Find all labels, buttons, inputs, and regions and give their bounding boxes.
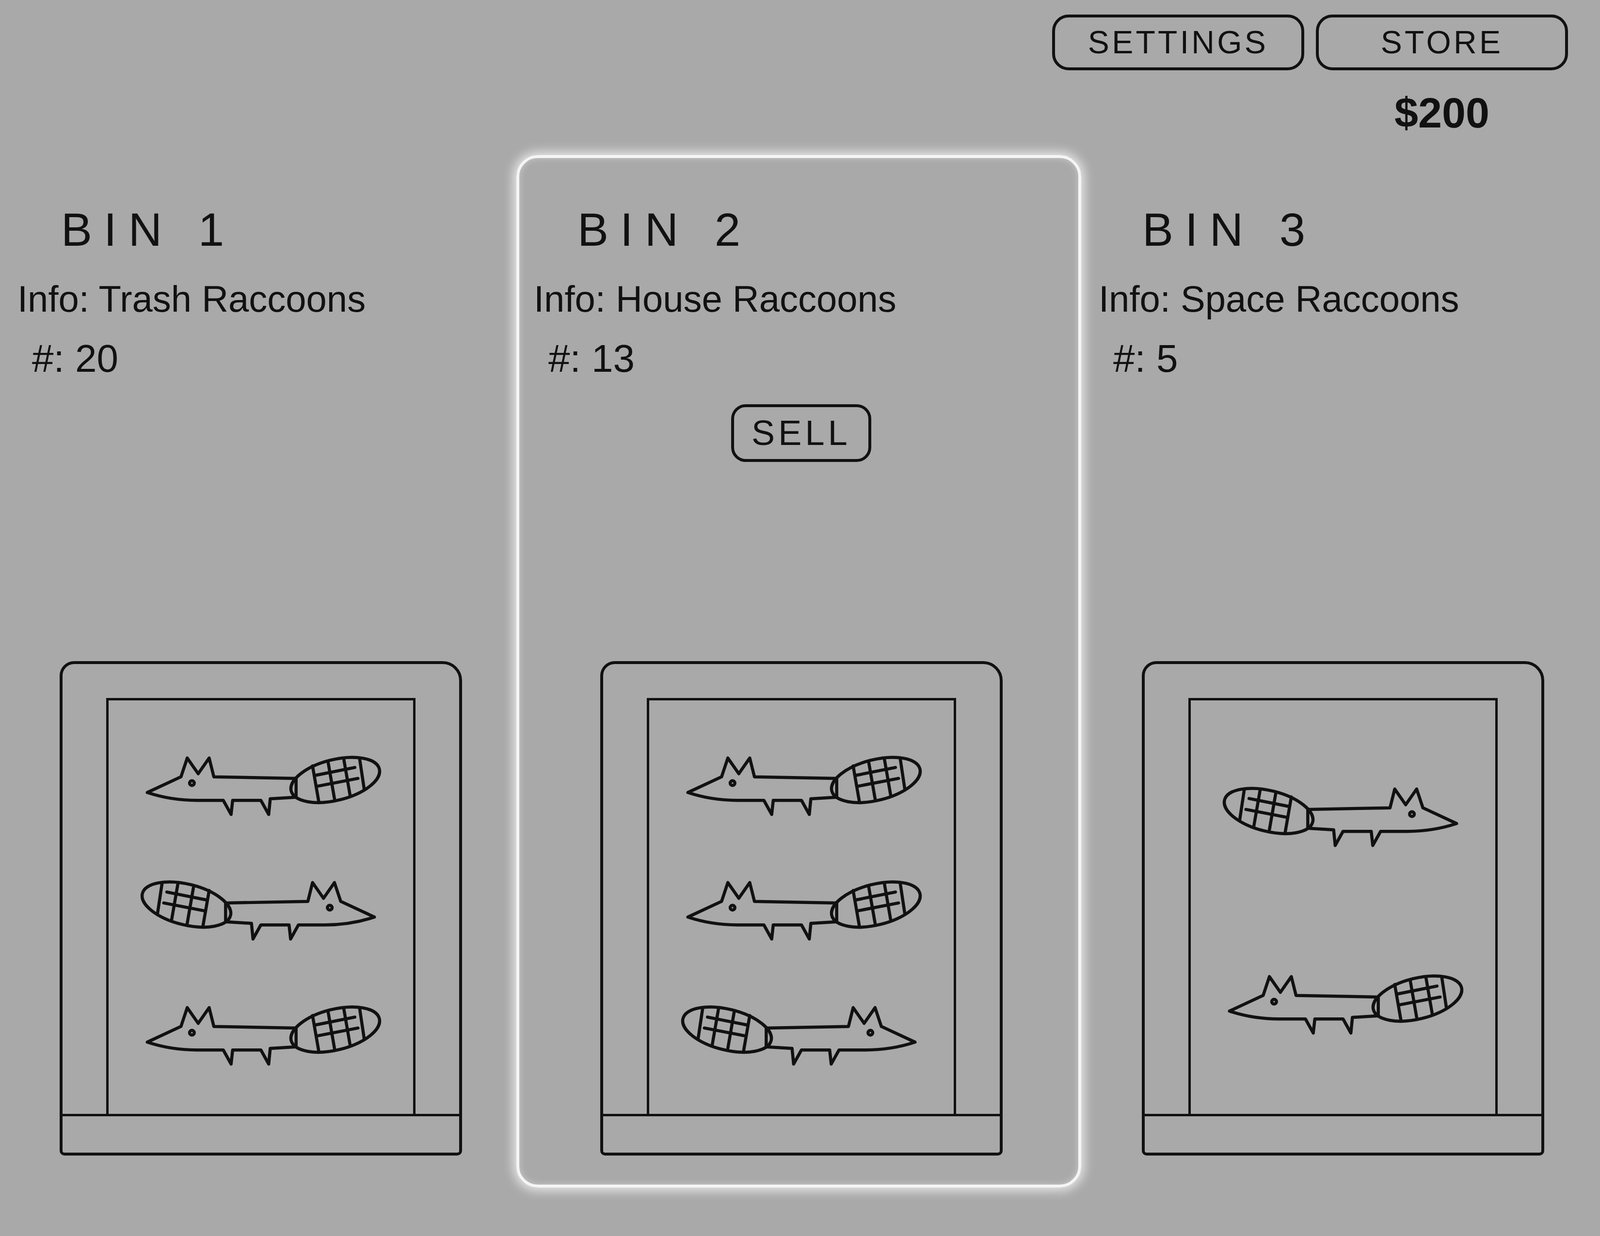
bin-floor — [62, 1114, 460, 1153]
bin-interior — [1188, 698, 1498, 1115]
raccoon-icon — [675, 981, 928, 1084]
settings-button[interactable]: SETTINGS — [1052, 14, 1305, 71]
bin-count: #: 5 — [1098, 335, 1588, 383]
bin-count: #: 13 — [533, 335, 1069, 383]
raccoon-icon — [675, 856, 928, 959]
money-label: $200 — [1315, 80, 1568, 145]
bin-count: #: 20 — [17, 335, 504, 383]
bin-box — [59, 661, 463, 1156]
bin-interior — [106, 698, 416, 1115]
sell-row: SELL — [533, 391, 1069, 475]
raccoon-icon — [1216, 950, 1470, 1053]
raccoon-icon — [134, 731, 387, 834]
bin-interior — [646, 698, 957, 1115]
top-bar: SETTINGSSTORE $200 — [0, 0, 1600, 156]
sell-row — [17, 391, 504, 475]
bin-title: BIN 1 — [17, 201, 504, 258]
bin-floor — [603, 1114, 1000, 1153]
raccoon-icon — [134, 856, 387, 959]
store-button[interactable]: STORE — [1315, 14, 1568, 71]
toolbar-buttons: SETTINGSSTORE — [1052, 14, 1568, 71]
bin-box — [1141, 661, 1545, 1156]
bin-panel[interactable]: BIN 1 Info: Trash Raccoons #: 20 — [0, 155, 517, 1188]
bin-info: Info: Space Raccoons — [1098, 276, 1588, 321]
bin-title: BIN 2 — [533, 201, 1069, 258]
bin-floor — [1144, 1114, 1542, 1153]
raccoon-icon — [675, 731, 928, 834]
bin-panel[interactable]: BIN 2 Info: House Raccoons #: 13 SELL — [516, 155, 1082, 1188]
toolbar: SETTINGSSTORE $200 — [1052, 14, 1568, 156]
bin-info: Info: Trash Raccoons — [17, 276, 504, 321]
bin-info: Info: House Raccoons — [533, 276, 1069, 321]
sell-button[interactable]: SELL — [731, 404, 872, 462]
raccoon-icon — [1216, 762, 1470, 865]
bin-title: BIN 3 — [1098, 201, 1588, 258]
sell-row — [1098, 391, 1588, 475]
bins-area: BIN 1 Info: Trash Raccoons #: 20 BIN 2 Info:… — [0, 155, 1600, 1217]
bin-panel[interactable]: BIN 3 Info: Space Raccoons #: 5 — [1081, 155, 1600, 1188]
raccoon-icon — [134, 981, 387, 1084]
bin-box — [600, 661, 1003, 1156]
